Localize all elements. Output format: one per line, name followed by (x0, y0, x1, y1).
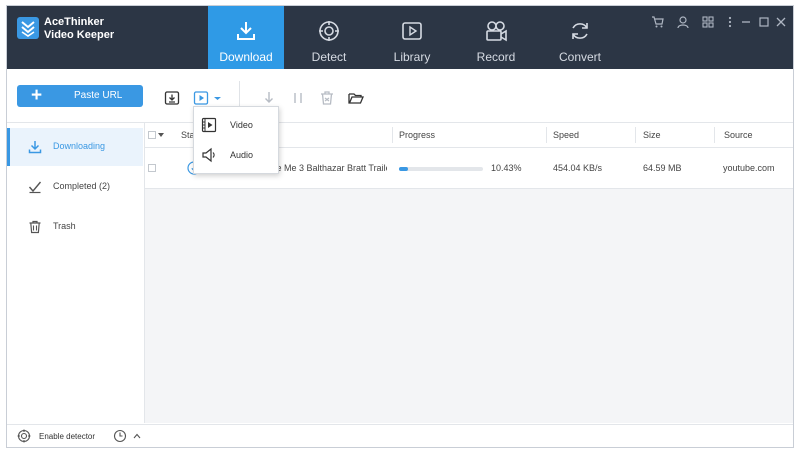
app-name-line2: Video Keeper (44, 29, 115, 41)
video-format-icon[interactable] (193, 90, 209, 106)
progress-percent: 10.43% (491, 163, 522, 173)
title-bar: AceThinker Video Keeper Download Detect (7, 6, 793, 69)
header-progress: Progress (399, 130, 436, 140)
app-name-line1: AceThinker (44, 16, 104, 28)
progress-bar (399, 167, 483, 171)
nav-tab-label: Library (393, 50, 431, 64)
header-source: Source (724, 130, 753, 140)
detector-icon[interactable] (17, 429, 31, 443)
pause-icon[interactable] (290, 90, 306, 106)
dropdown-item-label: Audio (230, 150, 254, 160)
detect-icon (319, 21, 339, 41)
row-speed: 454.04 KB/s (553, 163, 603, 173)
chevron-down-icon[interactable] (213, 90, 222, 106)
enable-detector-label[interactable]: Enable detector (39, 432, 95, 441)
sidebar-item-downloading[interactable]: Downloading (7, 128, 143, 166)
delete-icon[interactable] (319, 90, 335, 106)
header-speed: Speed (553, 130, 580, 140)
sidebar-item-label: Trash (53, 221, 76, 231)
select-all-checkbox[interactable] (148, 131, 156, 139)
close-icon[interactable] (774, 15, 788, 29)
header-divider (392, 127, 393, 143)
nav-tab-label: Download (219, 50, 273, 64)
row-checkbox[interactable] (148, 164, 156, 172)
nav-tab-convert[interactable]: Convert (542, 6, 618, 69)
row-source: youtube.com (723, 163, 775, 173)
toolbar: + Paste URL (7, 69, 793, 123)
record-icon (486, 21, 507, 42)
row-size: 64.59 MB (643, 163, 682, 173)
download-icon (237, 22, 255, 40)
format-dropdown-menu: Video Audio (193, 106, 279, 174)
nav-tab-library[interactable]: Library (374, 6, 450, 69)
nav-tab-label: Record (476, 50, 516, 64)
sidebar-item-label: Downloading (53, 141, 106, 151)
more-menu-icon[interactable] (723, 15, 737, 29)
app-window: AceThinker Video Keeper Download Detect (6, 5, 794, 448)
sidebar-item-trash[interactable]: Trash (7, 208, 143, 246)
header-divider (714, 127, 715, 143)
dropdown-item-video[interactable]: Video (194, 111, 278, 139)
resume-download-icon[interactable] (261, 90, 277, 106)
paste-url-label: Paste URL (74, 90, 123, 101)
sidebar-item-label: Completed (2) (53, 181, 111, 191)
app-name: AceThinker Video Keeper (44, 16, 114, 42)
caret-down-icon[interactable] (158, 133, 164, 137)
header-divider (546, 127, 547, 143)
minimize-icon[interactable] (739, 15, 753, 29)
chevron-up-icon[interactable] (133, 432, 141, 440)
dropdown-item-audio[interactable]: Audio (194, 141, 278, 169)
sidebar-item-completed[interactable]: Completed (2) (7, 168, 143, 206)
paste-url-button[interactable]: + Paste URL (17, 85, 143, 107)
nav-tab-download[interactable]: Download (208, 6, 284, 69)
cart-icon[interactable] (651, 15, 665, 29)
user-icon[interactable] (676, 15, 690, 29)
status-bar: Enable detector (7, 424, 793, 447)
nav-tab-label: Detect (311, 50, 347, 64)
header-size: Size (643, 130, 661, 140)
clock-icon[interactable] (113, 429, 127, 443)
audio-speaker-icon (202, 147, 215, 163)
convert-icon (572, 23, 588, 39)
plus-icon: + (31, 85, 43, 106)
nav-tab-label: Convert (558, 50, 602, 64)
nav-tab-record[interactable]: Record (458, 6, 534, 69)
dropdown-item-label: Video (230, 120, 253, 130)
completed-check-icon (28, 181, 42, 194)
settings-icon[interactable] (701, 15, 715, 29)
download-file-icon[interactable] (164, 90, 180, 106)
trash-icon (29, 220, 41, 234)
progress-bar-fill (399, 167, 408, 171)
app-logo-icon (17, 17, 39, 39)
library-icon (402, 22, 422, 40)
maximize-icon[interactable] (757, 15, 771, 29)
header-divider (635, 127, 636, 143)
video-file-icon (201, 117, 217, 133)
nav-tab-detect[interactable]: Detect (291, 6, 367, 69)
download-icon (28, 141, 42, 154)
sidebar: Downloading Completed (2) Trash (7, 123, 145, 423)
open-folder-icon[interactable] (348, 90, 364, 106)
